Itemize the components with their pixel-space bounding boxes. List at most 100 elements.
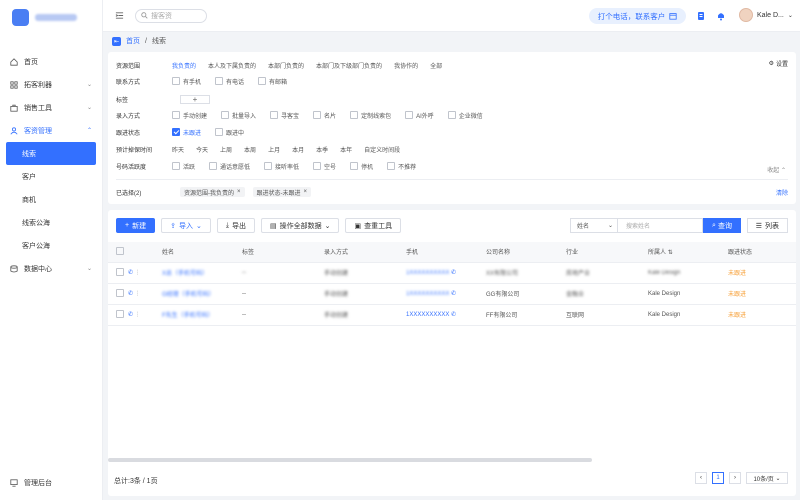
checkbox[interactable] (264, 162, 273, 170)
time-option[interactable]: 昨天 (172, 145, 184, 154)
header-status[interactable]: 跟进状态 (728, 242, 796, 263)
checkbox[interactable] (209, 162, 218, 170)
lead-phone[interactable]: 1XXXXXXXXXX ✆ (406, 283, 486, 305)
source-checkbox[interactable]: 定制线索包 (350, 111, 391, 120)
user-menu[interactable]: Kale D... ⌄ (739, 8, 793, 22)
search-field-select[interactable]: 姓名 ⌄ (570, 218, 618, 233)
scope-option[interactable]: 本部门负责的 (268, 61, 304, 70)
lead-name[interactable]: X总（手机号码） (162, 262, 242, 284)
row-checkbox[interactable] (116, 288, 124, 297)
activity-checkbox[interactable]: 空号 (313, 162, 336, 171)
checkbox[interactable] (215, 128, 224, 136)
source-checkbox[interactable]: 手动创建 (172, 111, 207, 120)
checkbox[interactable] (350, 162, 359, 170)
checkbox[interactable] (313, 111, 322, 119)
activity-checkbox[interactable]: 活跃 (172, 162, 195, 171)
sidebar-subitem-lead-pool[interactable]: 线索公海 (0, 211, 102, 234)
scope-option[interactable]: 全部 (430, 61, 442, 70)
prev-page-button[interactable]: ‹ (695, 472, 707, 484)
new-button[interactable]: + 新建 (116, 218, 156, 233)
dedupe-tool-button[interactable]: ▣ 查重工具 (345, 218, 402, 233)
import-button[interactable]: ⇪ 导入 ⌄ (161, 218, 211, 233)
status-checkbox[interactable]: 跟进中 (215, 128, 244, 137)
collapse-filters-button[interactable]: 收起 ⌃ (767, 165, 786, 174)
admin-link[interactable]: 管理后台 (10, 478, 52, 488)
export-button[interactable]: ⤓ 导出 (216, 218, 255, 233)
checkbox[interactable] (172, 77, 180, 85)
scope-option[interactable]: 我协作的 (394, 61, 418, 70)
status-checkbox[interactable]: 未跟进 (172, 128, 201, 137)
note-icon[interactable] (696, 11, 706, 21)
activity-checkbox[interactable]: 接听率低 (264, 162, 299, 171)
sidebar-item-home[interactable]: 首页 (0, 50, 102, 73)
global-search[interactable]: 搜客资 (135, 8, 207, 23)
activity-checkbox[interactable]: 通话意愿低 (209, 162, 250, 171)
sidebar-subitem-customers[interactable]: 客户 (0, 165, 102, 188)
sidebar-item-prospecting[interactable]: 拓客利器 ⌄ (0, 73, 102, 96)
source-checkbox[interactable]: 批量导入 (221, 111, 256, 120)
table-row[interactable]: ✆ ⋮ X总（手机号码） -- 手动创建 1XXXXXXXXXX ✆ XX有限公… (108, 262, 796, 284)
time-option[interactable]: 自定义时间段 (364, 145, 400, 154)
header-source[interactable]: 录入方式 (324, 242, 406, 263)
source-checkbox[interactable]: 企业微信 (447, 111, 483, 120)
phone-icon[interactable]: ✆ (128, 312, 133, 318)
lead-name[interactable]: F先生（手机号码） (162, 304, 242, 326)
checkbox[interactable] (221, 111, 230, 119)
time-option[interactable]: 本季 (316, 145, 328, 154)
time-option[interactable]: 本周 (244, 145, 256, 154)
bulk-operate-button[interactable]: ▤ 操作全部数据 ⌄ (260, 218, 340, 233)
call-customer-button[interactable]: 打个电话，联系客户 (589, 8, 686, 24)
time-option[interactable]: 上周 (220, 145, 232, 154)
checkbox-checked[interactable] (172, 128, 180, 136)
columns-button[interactable]: ☰ 列表 (746, 218, 788, 233)
scope-option[interactable]: 本人及下属负责的 (208, 61, 256, 70)
checkbox[interactable] (350, 111, 359, 119)
close-icon[interactable]: × (237, 189, 241, 195)
phone-icon[interactable]: ✆ (128, 270, 133, 276)
phone-icon[interactable]: ✆ (128, 291, 133, 297)
sidebar-subitem-opportunities[interactable]: 商机 (0, 188, 102, 211)
checkbox[interactable] (258, 77, 267, 85)
lead-name[interactable]: G经理（手机号码） (162, 283, 242, 305)
header-industry[interactable]: 行业 (566, 242, 648, 263)
source-checkbox[interactable]: 名片 (313, 111, 336, 120)
sidebar-item-customer-management[interactable]: 客资管理 ⌃ (0, 119, 102, 142)
time-option[interactable]: 今天 (196, 145, 208, 154)
lead-phone[interactable]: 1XXXXXXXXXX ✆ (406, 304, 486, 326)
sidebar-subitem-leads[interactable]: 线索 (6, 142, 96, 165)
more-icon[interactable]: ⋮ (135, 312, 141, 318)
checkbox[interactable] (172, 162, 180, 170)
page-size-select[interactable]: 10条/页 ⌄ (746, 472, 788, 484)
checkbox[interactable] (215, 77, 224, 85)
close-icon[interactable]: × (304, 189, 308, 195)
clear-filters-button[interactable]: 清除 (776, 188, 788, 197)
time-option[interactable]: 上月 (268, 145, 280, 154)
header-phone[interactable]: 手机 (406, 242, 486, 263)
contact-checkbox[interactable]: 有电话 (215, 77, 244, 86)
header-tag[interactable]: 标签 (242, 242, 324, 263)
checkbox[interactable] (387, 162, 396, 170)
header-name[interactable]: 姓名 (162, 242, 242, 263)
time-option[interactable]: 本月 (292, 145, 304, 154)
app-logo[interactable] (0, 0, 102, 34)
add-tag-button[interactable]: + (180, 94, 210, 104)
checkbox[interactable] (270, 111, 279, 119)
call-icon[interactable]: ✆ (451, 291, 456, 297)
breadcrumb-home[interactable]: 首页 (126, 36, 140, 46)
call-icon[interactable]: ✆ (451, 312, 456, 318)
lead-phone[interactable]: 1XXXXXXXXXX ✆ (406, 262, 486, 284)
table-row[interactable]: ✆ ⋮ F先生（手机号码） -- 手动创建 1XXXXXXXXXX ✆ FF有限… (108, 304, 796, 326)
activity-checkbox[interactable]: 停机 (350, 162, 373, 171)
select-all-checkbox[interactable] (116, 246, 124, 255)
time-option[interactable]: 本年 (340, 145, 352, 154)
checkbox[interactable] (405, 111, 414, 119)
bell-icon[interactable] (716, 11, 726, 21)
sidebar-item-data-center[interactable]: 数据中心 ⌄ (0, 257, 102, 280)
filter-settings-button[interactable]: ⚙ 设置 (769, 59, 788, 68)
search-input[interactable]: 搜索姓名 (618, 218, 703, 233)
contact-checkbox[interactable]: 有手机 (172, 77, 201, 86)
table-row[interactable]: ✆ ⋮ G经理（手机号码） -- 手动创建 1XXXXXXXXXX ✆ GG有限… (108, 283, 796, 305)
page-number[interactable]: 1 (712, 472, 724, 484)
checkbox[interactable] (447, 111, 456, 119)
source-checkbox[interactable]: 寻客宝 (270, 111, 299, 120)
